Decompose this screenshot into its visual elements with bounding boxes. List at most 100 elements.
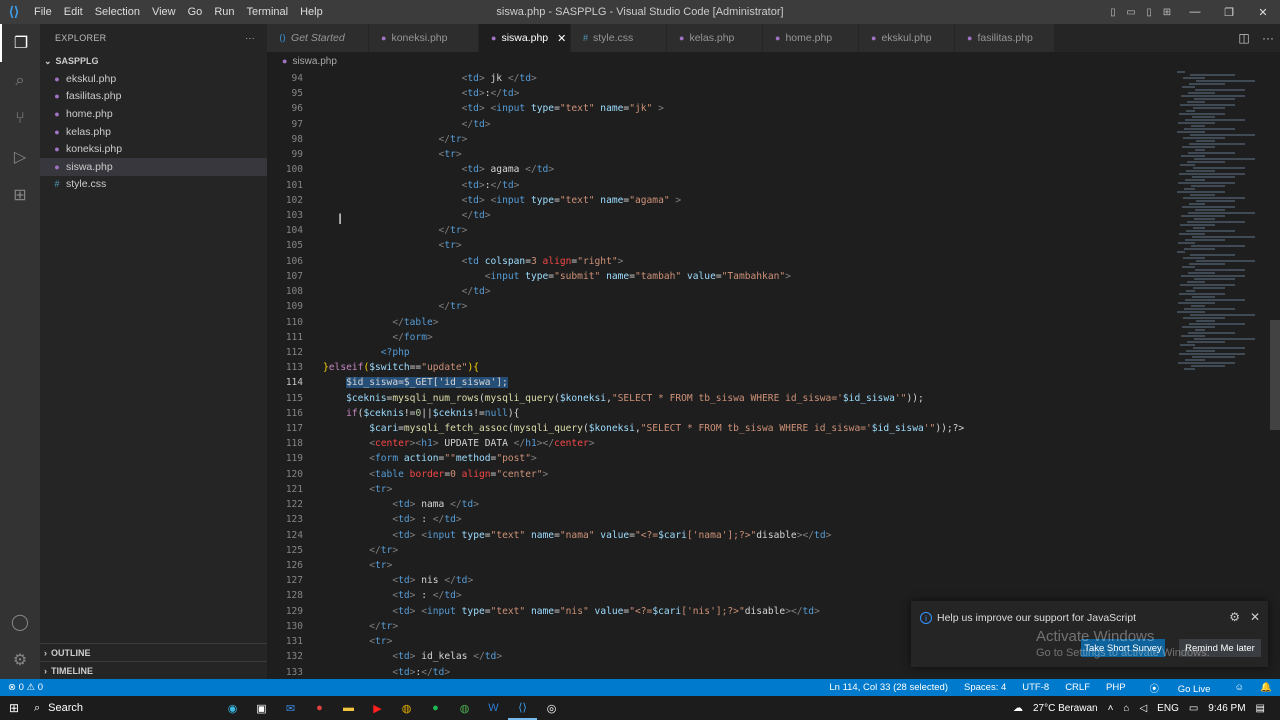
tray-chevron-icon[interactable]: ˄ xyxy=(1103,703,1119,714)
tab-siswa[interactable]: ● siswa.php ✕ xyxy=(479,24,571,52)
code-line[interactable]: </form> xyxy=(323,330,1183,345)
code-line[interactable]: <td colspan=3 align="right"> xyxy=(323,254,1183,269)
menu-go[interactable]: Go xyxy=(182,0,209,24)
code-line[interactable]: <td>:</td> xyxy=(323,86,1183,101)
code-line[interactable]: </tr> xyxy=(323,543,1183,558)
tab-kelas[interactable]: ● kelas.php xyxy=(667,24,763,52)
code-line[interactable]: </table> xyxy=(323,315,1183,330)
vertical-scrollbar[interactable] xyxy=(1270,320,1280,430)
code-line[interactable]: </td> xyxy=(323,208,1183,223)
tab-ekskul[interactable]: ● ekskul.php xyxy=(859,24,955,52)
outline-section[interactable]: › OUTLINE xyxy=(40,643,267,661)
minimap[interactable] xyxy=(1177,70,1267,679)
code-line[interactable]: <td> : </td> xyxy=(323,512,1183,527)
code-line[interactable]: <form action=""method="post"> xyxy=(323,451,1183,466)
file-explorer-icon[interactable]: ▬ xyxy=(334,696,363,720)
code-line[interactable]: }elseif($switch=="update"){ xyxy=(323,360,1183,375)
code-line[interactable]: if($ceknis!=0||$ceknis!=null){ xyxy=(323,406,1183,421)
edge-icon[interactable]: ◉ xyxy=(218,696,247,720)
menu-help[interactable]: Help xyxy=(294,0,329,24)
code-line[interactable]: <td> <input type="text" name="nama" valu… xyxy=(323,528,1183,543)
notifications-bell-icon[interactable]: 🔔 xyxy=(1252,682,1280,693)
toggle-panel-icon[interactable]: ▭ xyxy=(1124,0,1138,24)
code-editor[interactable]: 94 95 96 97 98 99 100 101 102 103 104 10… xyxy=(267,70,1280,679)
manage-gear-icon[interactable]: ⚙ xyxy=(0,641,40,679)
close-tab-icon[interactable]: ✕ xyxy=(557,32,566,45)
indentation[interactable]: Spaces: 4 xyxy=(956,682,1014,693)
customize-layout-icon[interactable]: ⊞ xyxy=(1160,0,1174,24)
tab-home[interactable]: ● home.php xyxy=(763,24,859,52)
battery-icon[interactable]: ▭ xyxy=(1184,703,1203,714)
code-line[interactable]: <center><h1> UPDATE DATA </h1></center> xyxy=(323,436,1183,451)
code-line[interactable]: </tr> xyxy=(323,223,1183,238)
source-control-icon[interactable]: ⑂ xyxy=(0,100,40,138)
windows-start-icon[interactable]: ⊞ xyxy=(0,696,28,720)
extensions-icon[interactable]: ⊞ xyxy=(0,176,40,214)
encoding[interactable]: UTF-8 xyxy=(1014,682,1057,693)
menu-run[interactable]: Run xyxy=(208,0,240,24)
vscode-taskbar-icon[interactable]: ⟨⟩ xyxy=(508,696,537,720)
tab-style[interactable]: # style.css xyxy=(571,24,667,52)
weather[interactable]: 27°C Berawan xyxy=(1028,703,1103,714)
notification-settings-gear-icon[interactable]: ⚙ xyxy=(1229,610,1240,624)
folder-saspplg[interactable]: ⌄ SASPPLG xyxy=(40,52,267,70)
language-indicator[interactable]: ENG xyxy=(1152,703,1184,714)
code-line[interactable]: <tr> xyxy=(323,238,1183,253)
minimize-button[interactable]: — xyxy=(1178,0,1212,24)
end-of-line[interactable]: CRLF xyxy=(1057,682,1098,693)
toggle-secondary-sidebar-icon[interactable]: ▯ xyxy=(1142,0,1156,24)
code-line[interactable]: <td>:</td> xyxy=(323,178,1183,193)
code-line[interactable]: <td> agama </td> xyxy=(323,162,1183,177)
clock[interactable]: 9:46 PM xyxy=(1203,703,1250,714)
code-line[interactable]: <td> jk </td> xyxy=(323,71,1183,86)
chrome-icon[interactable]: ◍ xyxy=(392,696,421,720)
code-line[interactable]: </tr> xyxy=(323,132,1183,147)
search-icon[interactable]: ⌕ xyxy=(0,62,40,100)
file-home[interactable]: ● home.php xyxy=(40,105,267,123)
volume-icon[interactable]: ◁ xyxy=(1134,703,1152,714)
tab-fasilitas[interactable]: ● fasilitas.php xyxy=(955,24,1055,52)
spotify-icon[interactable]: ● xyxy=(421,696,450,720)
problems-indicator[interactable]: ⊗ 0 ⚠ 0 xyxy=(8,682,43,693)
code-line[interactable]: <table border=0 align="center"> xyxy=(323,467,1183,482)
obs-icon[interactable]: ◎ xyxy=(537,696,566,720)
menu-file[interactable]: File xyxy=(28,0,58,24)
file-koneksi[interactable]: ● koneksi.php xyxy=(40,140,267,158)
code-line[interactable]: <tr> xyxy=(323,558,1183,573)
timeline-section[interactable]: › TIMELINE xyxy=(40,661,267,679)
account-icon[interactable]: ◯ xyxy=(0,603,40,641)
code-line[interactable]: <tr> xyxy=(323,482,1183,497)
chrome-profile-icon[interactable]: ◍ xyxy=(450,696,479,720)
code-line[interactable]: </td> xyxy=(323,284,1183,299)
menu-selection[interactable]: Selection xyxy=(89,0,146,24)
run-debug-icon[interactable]: ▷ xyxy=(0,138,40,176)
youtube-icon[interactable]: ▶ xyxy=(363,696,392,720)
cursor-position[interactable]: Ln 114, Col 33 (28 selected) xyxy=(821,682,956,693)
code-line[interactable]: $cari=mysqli_fetch_assoc(mysqli_query($k… xyxy=(323,421,1183,436)
restore-button[interactable]: ❐ xyxy=(1212,0,1246,24)
mail-icon[interactable]: ✉ xyxy=(276,696,305,720)
code-line[interactable]: <td> nama </td> xyxy=(323,497,1183,512)
task-view-icon[interactable]: ▣ xyxy=(247,696,276,720)
word-icon[interactable]: W xyxy=(479,696,508,720)
file-ekskul[interactable]: ● ekskul.php xyxy=(40,70,267,88)
code-line[interactable]: <?php xyxy=(323,345,1183,360)
code-content[interactable]: <td> jk </td> <td>:</td> <td> <input typ… xyxy=(323,71,1183,679)
file-kelas[interactable]: ● kelas.php xyxy=(40,123,267,141)
code-line[interactable]: </tr> xyxy=(323,299,1183,314)
code-line[interactable]: $ceknis=mysqli_num_rows(mysqli_query($ko… xyxy=(323,391,1183,406)
file-style[interactable]: # style.css xyxy=(40,176,267,194)
tab-koneksi[interactable]: ● koneksi.php xyxy=(369,24,479,52)
file-siswa[interactable]: ● siswa.php xyxy=(40,157,267,176)
menu-edit[interactable]: Edit xyxy=(58,0,89,24)
notification-close-icon[interactable]: ✕ xyxy=(1250,610,1260,624)
menu-terminal[interactable]: Terminal xyxy=(241,0,295,24)
feedback-icon[interactable]: ☺ xyxy=(1226,682,1252,693)
code-line[interactable]: <tr> xyxy=(323,147,1183,162)
breadcrumb[interactable]: ● siswa.php xyxy=(267,52,1280,70)
language-mode[interactable]: PHP xyxy=(1098,682,1134,693)
tab-get-started[interactable]: ⟨⟩ Get Started xyxy=(267,24,369,52)
toggle-sidebar-icon[interactable]: ▯ xyxy=(1106,0,1120,24)
code-line[interactable]: <td> nis </td> xyxy=(323,573,1183,588)
code-line[interactable]: $id_siswa=$_GET['id_siswa']; xyxy=(323,375,1183,390)
